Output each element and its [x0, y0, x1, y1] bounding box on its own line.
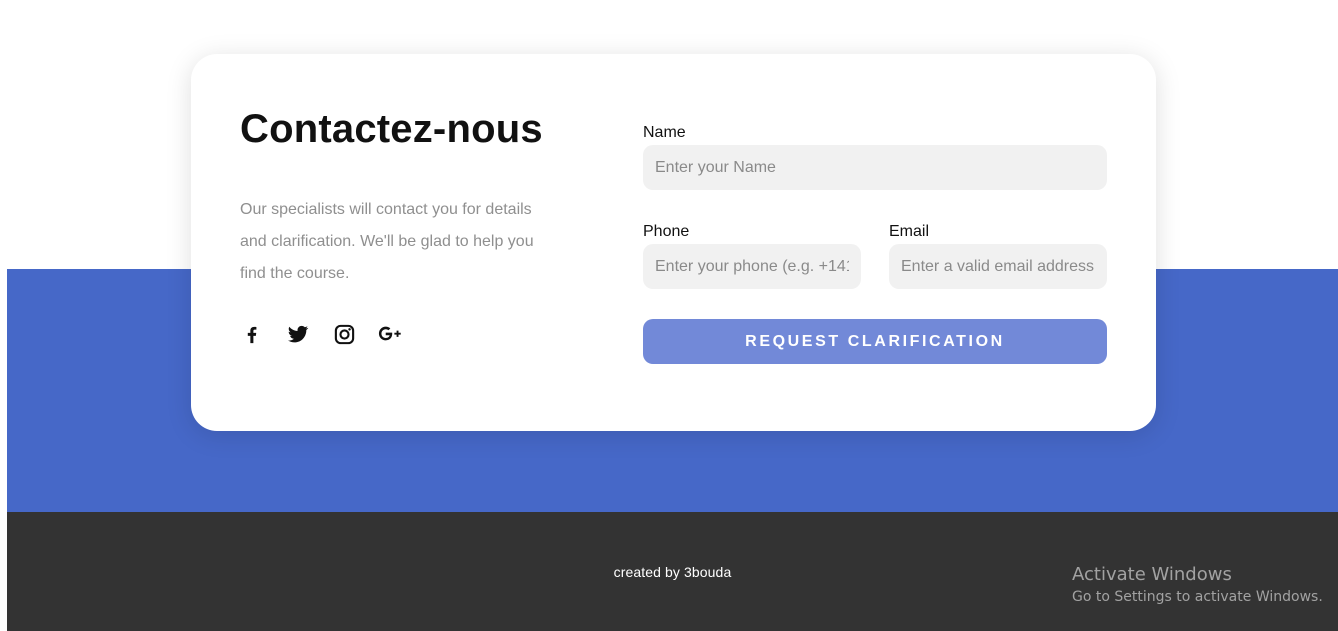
page-title: Contactez-nous [240, 107, 543, 151]
activate-windows-watermark: Activate Windows Go to Settings to activ… [1072, 563, 1323, 607]
phone-input[interactable] [643, 244, 861, 289]
request-clarification-button[interactable]: REQUEST CLARIFICATION [643, 319, 1107, 364]
contact-card: Contactez-nous Our specialists will cont… [191, 54, 1156, 431]
contact-description: Our specialists will contact you for det… [240, 201, 534, 282]
instagram-icon[interactable] [332, 322, 356, 346]
activate-windows-title: Activate Windows [1072, 564, 1232, 585]
twitter-icon[interactable] [286, 322, 310, 346]
name-label: Name [643, 124, 686, 141]
footer: created by 3bouda Activate Windows Go to… [7, 512, 1338, 631]
email-input[interactable] [889, 244, 1107, 289]
google-plus-icon[interactable] [378, 322, 402, 346]
social-links [240, 322, 402, 346]
phone-label: Phone [643, 223, 690, 240]
email-label: Email [889, 223, 930, 240]
facebook-icon[interactable] [240, 322, 264, 346]
page: created by 3bouda Activate Windows Go to… [0, 0, 1338, 631]
activate-windows-subtitle: Go to Settings to activate Windows. [1072, 589, 1323, 605]
name-input[interactable] [643, 145, 1107, 190]
